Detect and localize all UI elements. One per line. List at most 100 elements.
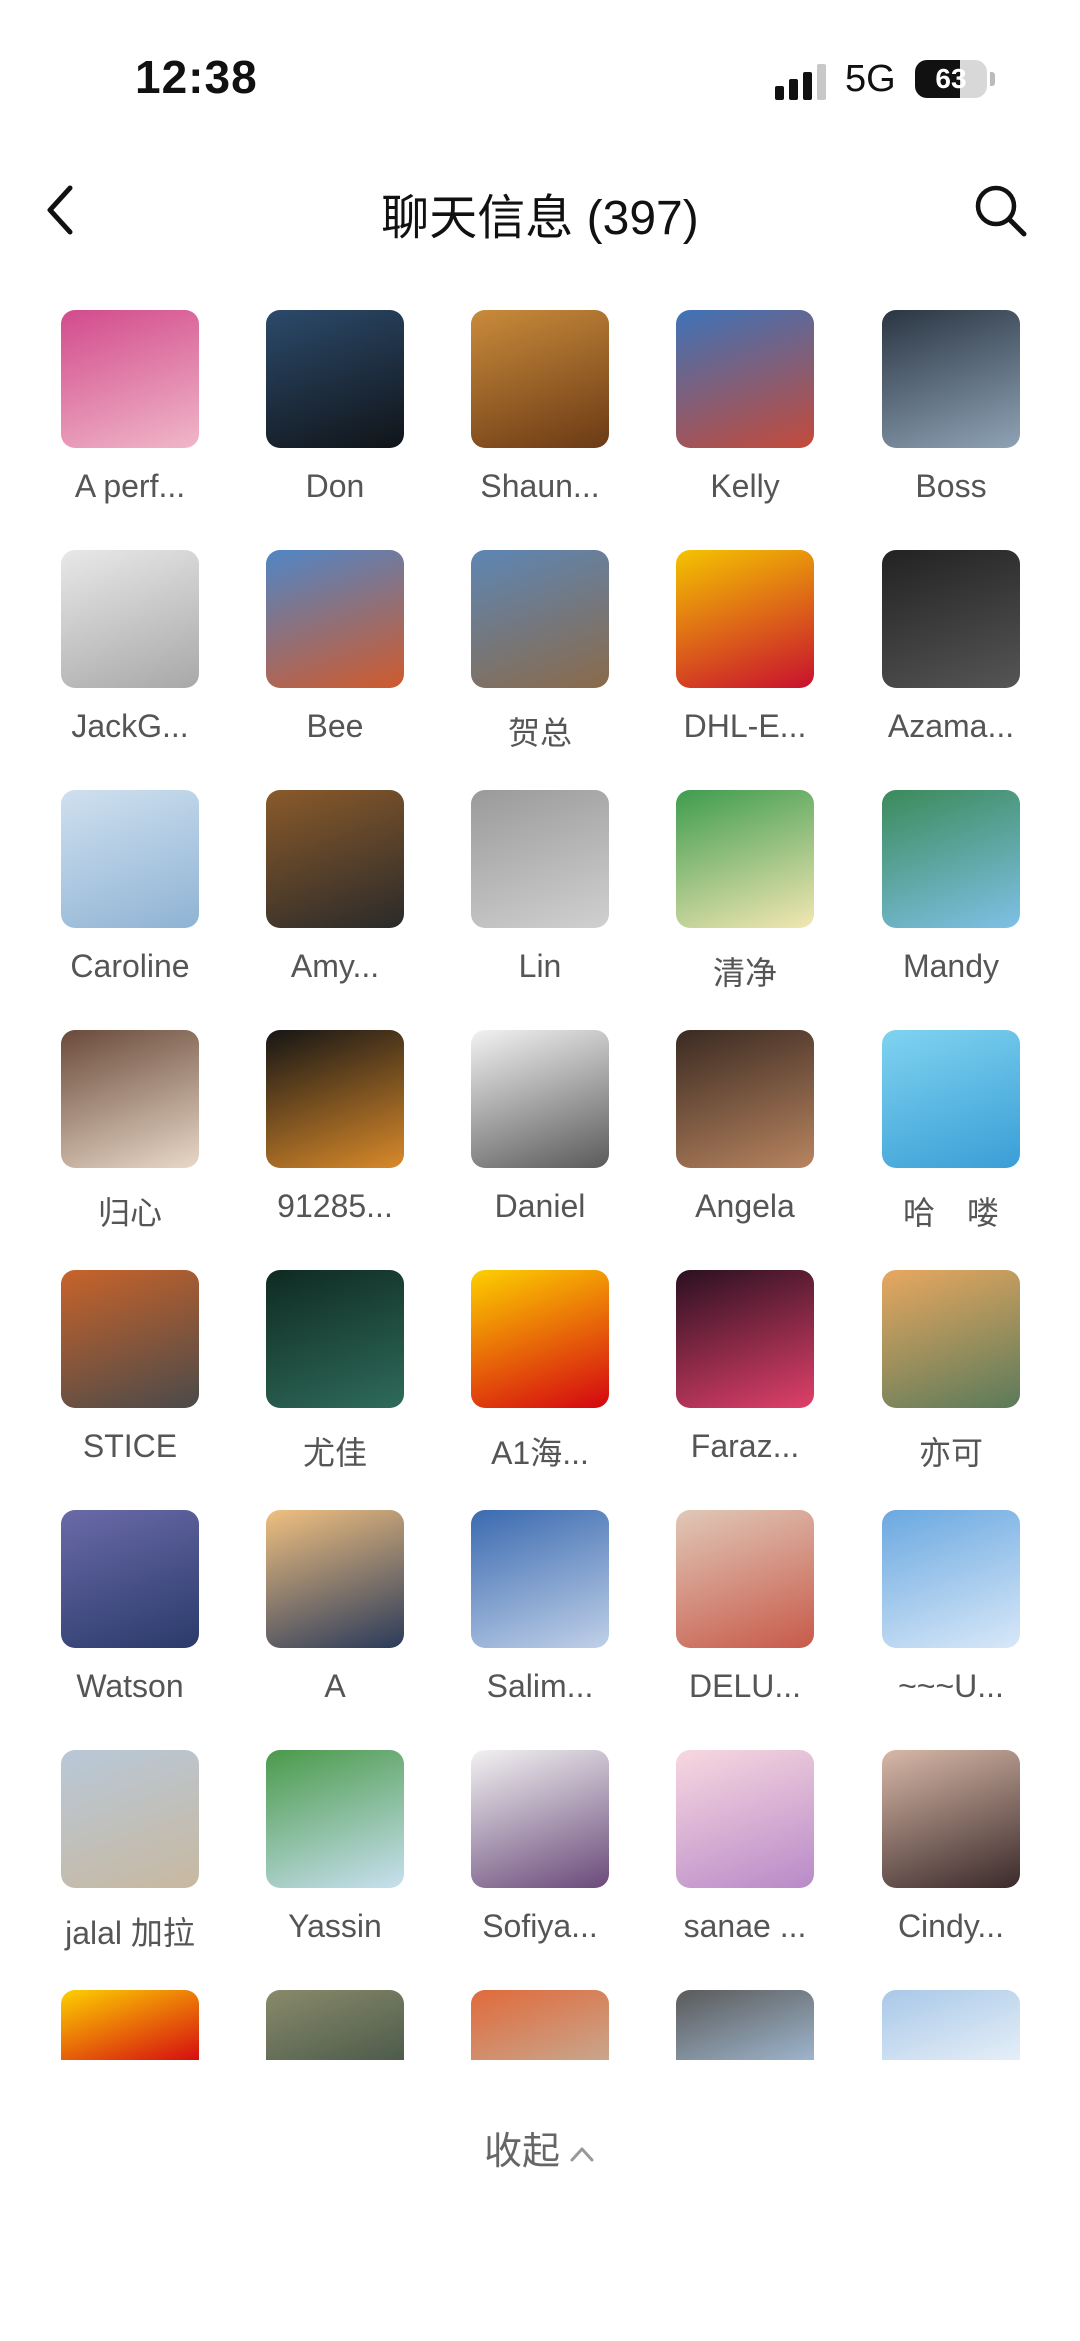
member-name: STICE <box>82 1428 178 1464</box>
member-name: Daniel <box>494 1188 586 1224</box>
member-name: Watson <box>76 1668 184 1704</box>
member-item[interactable]: A1海... <box>435 1270 635 1490</box>
avatar <box>882 1270 1020 1408</box>
member-item[interactable]: STICE <box>25 1270 225 1490</box>
member-name: Boss <box>915 468 987 504</box>
avatar <box>882 1510 1020 1648</box>
avatar <box>676 1750 814 1888</box>
member-name: Sofiya... <box>482 1908 598 1944</box>
member-item[interactable]: Watson <box>25 1510 225 1730</box>
member-name: ~~~U... <box>898 1668 1004 1704</box>
member-name: Azama... <box>887 708 1015 744</box>
avatar <box>266 1270 404 1408</box>
collapse-button[interactable]: 收起 <box>0 2120 1080 2175</box>
avatar <box>676 790 814 928</box>
member-item[interactable]: jalal 加拉 <box>25 1750 225 1970</box>
member-item[interactable]: DHL-E... <box>640 550 840 770</box>
member-item[interactable]: Shaun... <box>435 310 635 530</box>
avatar <box>882 550 1020 688</box>
member-item[interactable]: Faraz... <box>640 1270 840 1490</box>
member-name: A <box>324 1668 346 1704</box>
avatar <box>676 1270 814 1408</box>
status-bar: 12:38 5G 63 <box>0 0 1080 150</box>
avatar <box>61 790 199 928</box>
avatar <box>266 310 404 448</box>
avatar <box>61 550 199 688</box>
nav-header: 聊天信息 (397) <box>0 150 1080 270</box>
member-name: Lin <box>518 948 562 984</box>
status-time: 12:38 <box>135 51 258 103</box>
member-name: jalal 加拉 <box>65 1915 195 1951</box>
member-item[interactable]: sanae ... <box>640 1750 840 1970</box>
avatar <box>882 1990 1020 2065</box>
member-name: Mandy <box>902 948 1000 984</box>
battery-percent: 63 <box>935 63 967 94</box>
avatar <box>471 1270 609 1408</box>
member-item[interactable]: Boss <box>846 310 1046 530</box>
member-item[interactable]: 清净 <box>640 790 840 1010</box>
avatar <box>676 550 814 688</box>
member-name: Caroline <box>70 948 190 984</box>
member-name: Cindy... <box>897 1908 1005 1944</box>
avatar <box>471 1990 609 2065</box>
avatar <box>61 1030 199 1168</box>
member-item[interactable]: 贺总 <box>435 550 635 770</box>
member-item[interactable]: 91285... <box>230 1030 430 1250</box>
avatar <box>266 1510 404 1648</box>
member-item[interactable]: ~~~U... <box>846 1510 1046 1730</box>
search-icon[interactable] <box>970 180 1030 240</box>
avatar <box>676 1030 814 1168</box>
member-item[interactable]: 亦可 <box>846 1270 1046 1490</box>
member-item[interactable]: A perf... <box>25 310 225 530</box>
avatar <box>676 1990 814 2065</box>
member-name: JackG... <box>71 708 189 744</box>
member-name: 91285... <box>277 1188 393 1224</box>
member-name: 亦可 <box>918 1435 983 1471</box>
member-name: Angela <box>695 1188 795 1224</box>
member-item[interactable]: Amy... <box>230 790 430 1010</box>
member-item[interactable]: Bee <box>230 550 430 770</box>
member-item[interactable]: DELU... <box>640 1510 840 1730</box>
member-item[interactable]: Lin <box>435 790 635 1010</box>
member-name: Salim... <box>486 1668 594 1704</box>
battery-icon: 63 <box>915 60 987 98</box>
battery-cap <box>990 72 995 86</box>
member-name: Faraz... <box>690 1428 800 1464</box>
member-item[interactable]: JackG... <box>25 550 225 770</box>
avatar <box>266 790 404 928</box>
network-type: 5G <box>845 58 896 100</box>
member-name: DHL-E... <box>683 708 807 744</box>
member-item[interactable]: Don <box>230 310 430 530</box>
member-name: 哈 喽 <box>902 1195 999 1231</box>
member-name: 归心 <box>97 1195 162 1231</box>
member-item[interactable]: Azama... <box>846 550 1046 770</box>
member-name: sanae ... <box>683 1908 807 1944</box>
member-item[interactable]: 哈 喽 <box>846 1030 1046 1250</box>
member-name: Shaun... <box>480 468 600 504</box>
avatar <box>266 1030 404 1168</box>
avatar <box>882 790 1020 928</box>
avatar <box>676 310 814 448</box>
member-name: 尤佳 <box>302 1435 367 1471</box>
member-item[interactable]: Kelly <box>640 310 840 530</box>
member-item[interactable]: Cindy... <box>846 1750 1046 1970</box>
cellular-signal-icon <box>775 64 826 100</box>
member-item[interactable]: Angela <box>640 1030 840 1250</box>
avatar <box>471 550 609 688</box>
member-item[interactable]: Caroline <box>25 790 225 1010</box>
avatar <box>471 790 609 928</box>
member-item[interactable]: 尤佳 <box>230 1270 430 1490</box>
member-item[interactable]: Daniel <box>435 1030 635 1250</box>
member-name: Yassin <box>288 1908 382 1944</box>
avatar <box>471 1030 609 1168</box>
member-name: Bee <box>306 708 364 744</box>
member-item[interactable]: 归心 <box>25 1030 225 1250</box>
avatar <box>882 310 1020 448</box>
member-item[interactable]: Yassin <box>230 1750 430 1970</box>
member-item[interactable]: Sofiya... <box>435 1750 635 1970</box>
member-item[interactable]: Mandy <box>846 790 1046 1010</box>
member-item[interactable]: Salim... <box>435 1510 635 1730</box>
page-title: 聊天信息 (397) <box>381 192 699 245</box>
member-item[interactable]: A <box>230 1510 430 1730</box>
avatar <box>266 550 404 688</box>
